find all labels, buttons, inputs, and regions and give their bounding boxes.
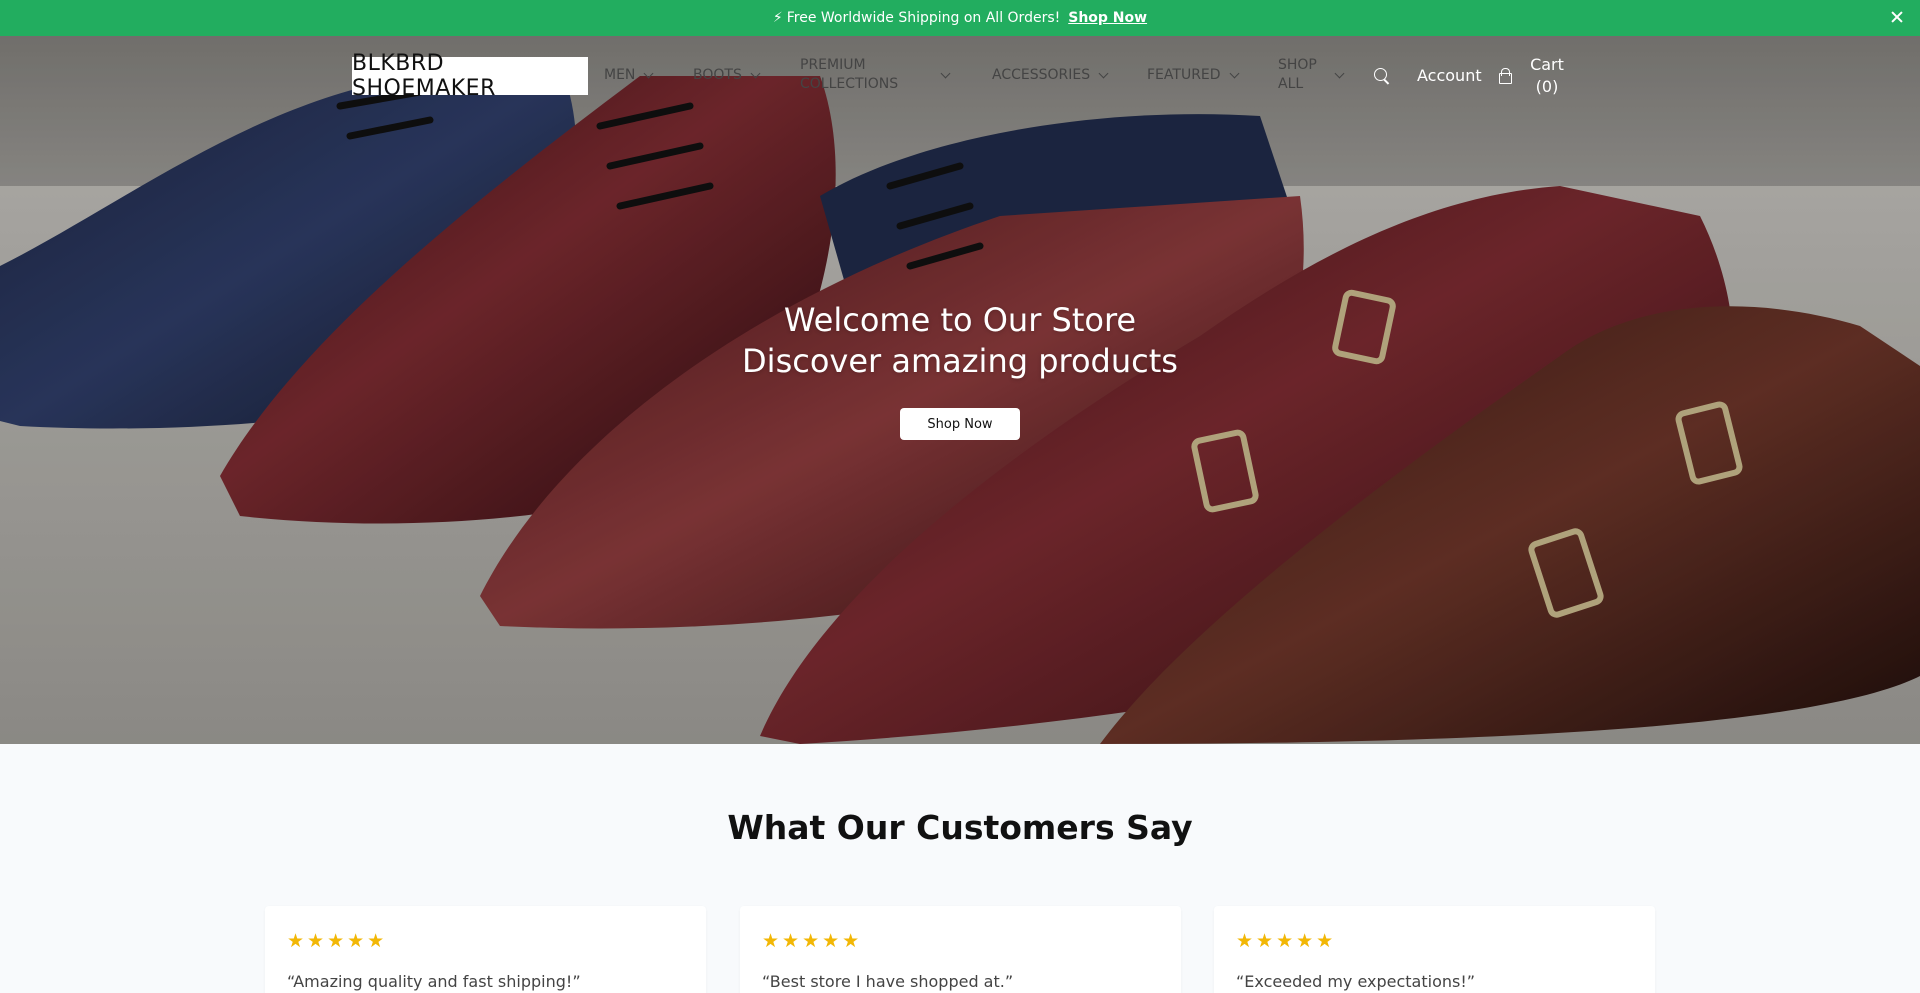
nav-item-label: FEATURED bbox=[1147, 67, 1221, 83]
site-logo[interactable]: BLKBRD SHOEMAKER bbox=[352, 51, 588, 101]
testimonials-title: What Our Customers Say bbox=[727, 808, 1193, 847]
chevron-down-icon bbox=[1098, 68, 1109, 79]
chevron-down-icon bbox=[643, 68, 654, 79]
chevron-down-icon bbox=[1229, 68, 1239, 79]
nav-item-featured[interactable]: FEATURED bbox=[1147, 66, 1239, 85]
bolt-icon: ⚡ bbox=[772, 10, 783, 26]
nav-item-accessories[interactable]: ACCESSORIES bbox=[992, 66, 1109, 85]
chevron-down-icon bbox=[940, 68, 951, 78]
hero-title-line1: Welcome to Our Store bbox=[783, 301, 1137, 339]
testimonial-quote: “Amazing quality and fast shipping!” bbox=[287, 972, 581, 991]
nav-item-boots[interactable]: BOOTS bbox=[693, 66, 761, 85]
star-rating: ★★★★★ bbox=[762, 930, 863, 952]
announcement-shop-now-link[interactable]: Shop Now bbox=[1068, 10, 1147, 26]
star-rating: ★★★★★ bbox=[1236, 930, 1337, 952]
hero-shop-now-button[interactable]: Shop Now bbox=[900, 408, 1020, 440]
cart-link[interactable]: Cart (0) bbox=[1527, 54, 1567, 98]
nav-item-label: SHOP ALL bbox=[1278, 57, 1317, 92]
announcement-bar: ⚡ Free Worldwide Shipping on All Orders!… bbox=[0, 0, 1920, 36]
testimonial-quote: “Best store I have shopped at.” bbox=[762, 972, 1014, 991]
hero-banner bbox=[0, 36, 1920, 744]
nav-item-men[interactable]: MEN bbox=[604, 66, 654, 85]
nav-item-label: ACCESSORIES bbox=[992, 67, 1091, 83]
testimonial-quote: “Exceeded my expectations!” bbox=[1236, 972, 1476, 991]
nav-item-shop-all[interactable]: SHOP ALL bbox=[1278, 56, 1345, 94]
nav-item-label: BOOTS bbox=[693, 67, 742, 83]
nav-item-premium-collections[interactable]: PREMIUM COLLECTIONS bbox=[800, 56, 951, 94]
testimonial-card: ★★★★★ “Amazing quality and fast shipping… bbox=[265, 906, 706, 993]
chevron-down-icon bbox=[750, 68, 761, 79]
hero-title: Welcome to Our Store Discover amazing pr… bbox=[0, 300, 1920, 382]
shopping-bag-icon bbox=[1498, 68, 1512, 84]
close-icon[interactable] bbox=[1890, 10, 1904, 24]
star-rating: ★★★★★ bbox=[287, 930, 388, 952]
nav-item-label: PREMIUM COLLECTIONS bbox=[800, 57, 899, 92]
account-link[interactable]: Account bbox=[1417, 66, 1482, 85]
search-icon[interactable] bbox=[1373, 67, 1391, 85]
announcement-text: Free Worldwide Shipping on All Orders! bbox=[786, 10, 1061, 26]
testimonial-card: ★★★★★ “Best store I have shopped at.” bbox=[740, 906, 1181, 993]
site-header: BLKBRD SHOEMAKER MEN BOOTS PREMIUM COLLE… bbox=[0, 36, 1920, 116]
hero-title-line2: Discover amazing products bbox=[742, 342, 1178, 380]
chevron-down-icon bbox=[1334, 68, 1345, 78]
testimonial-card: ★★★★★ “Exceeded my expectations!” bbox=[1214, 906, 1655, 993]
nav-item-label: MEN bbox=[604, 67, 636, 83]
